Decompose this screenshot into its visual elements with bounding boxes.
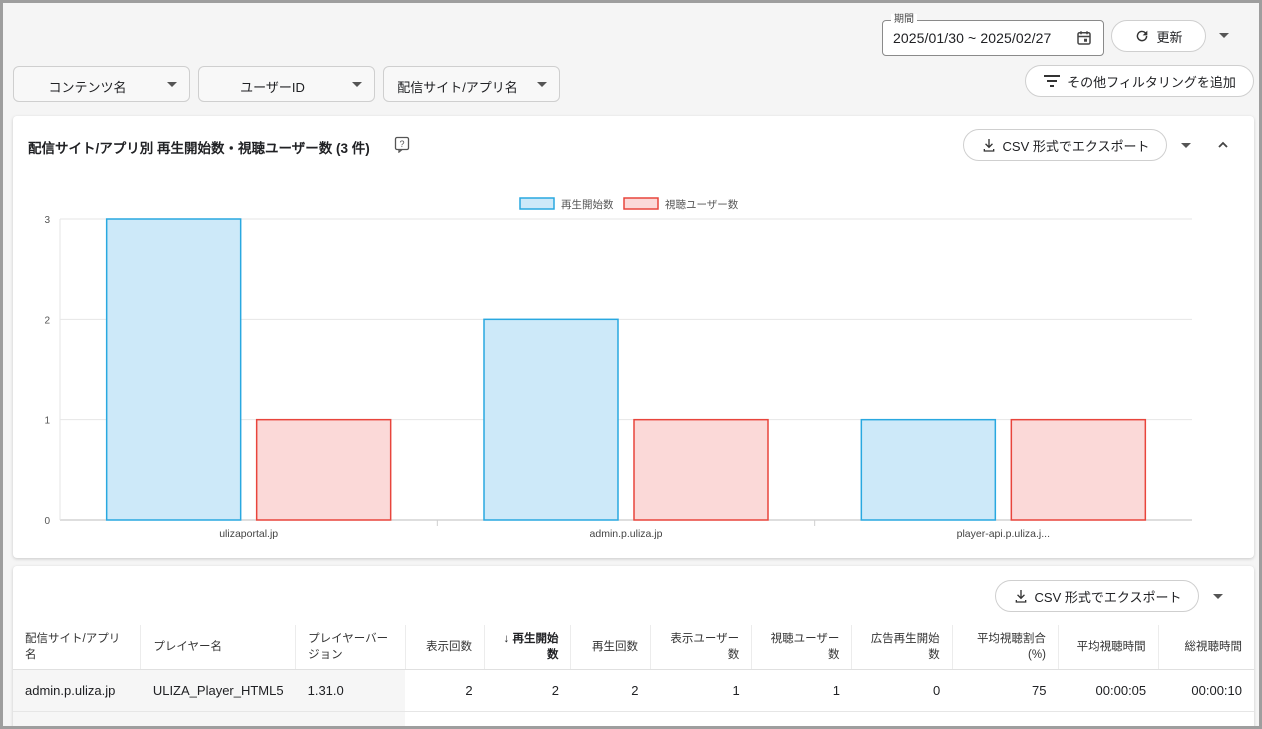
column-header-label: 平均視聴時間 [1076, 641, 1146, 653]
refresh-label: 更新 [1156, 29, 1183, 45]
period-picker[interactable]: 期間 2025/01/30 ~ 2025/02/27 [882, 14, 1104, 56]
chevron-down-icon [352, 82, 362, 87]
table-cell: admin.p.uliza.jp [13, 669, 141, 712]
chevron-down-icon [537, 82, 547, 87]
app-frame: 期間 2025/01/30 ~ 2025/02/27 更新 コンテンツ名 ユーザ… [0, 0, 1262, 729]
filter-content-name[interactable]: コンテンツ名 [13, 66, 190, 102]
table-cell: 1 [650, 669, 752, 712]
column-header-label: 配信サイト/アプリ名 [25, 633, 121, 661]
table-cell: 0 [851, 711, 953, 726]
table-header-row: 配信サイト/アプリ名 プレイヤー名 プレイヤーバージョン 表示回数 ↓ 再生開始… [13, 625, 1254, 670]
refresh-menu-caret[interactable] [1219, 33, 1229, 38]
table-cell: 1 [751, 669, 852, 712]
bar [105, 218, 242, 521]
table-cell: 2 [405, 669, 485, 712]
refresh-icon [1137, 30, 1148, 42]
add-filter-label: その他フィルタリングを追加 [1067, 74, 1236, 90]
legend-swatch [623, 197, 659, 210]
column-header-label: 表示回数 [426, 641, 473, 653]
filter-label: コンテンツ名 [48, 80, 127, 95]
download-icon [1015, 590, 1026, 603]
table-csv-menu-caret[interactable] [1213, 594, 1223, 599]
column-header[interactable]: 平均視聴時間 [1058, 625, 1159, 670]
table-cell: 0 [851, 669, 953, 712]
calendar-icon[interactable] [1075, 29, 1093, 47]
table-cell: 40 [952, 711, 1059, 726]
table-cell: 1 [751, 711, 852, 726]
column-header[interactable]: 平均視聴割合 (%) [952, 625, 1059, 670]
column-header-label: 再生回数 [591, 641, 638, 653]
filter-site-app[interactable]: 配信サイト/アプリ名 [383, 66, 560, 102]
chevron-down-icon [167, 82, 177, 87]
data-table: 配信サイト/アプリ名 プレイヤー名 プレイヤーバージョン 表示回数 ↓ 再生開始… [13, 625, 1254, 726]
column-header-label: プレイヤー名 [153, 641, 222, 653]
table-cell: 75 [952, 669, 1059, 712]
column-header[interactable]: プレイヤーバージョン [295, 625, 406, 670]
table-cell: 2 [484, 669, 571, 712]
chart-card: 配信サイト/アプリ別 再生開始数・視聴ユーザー数 (3 件) ? CSV 形式で… [13, 116, 1254, 558]
column-header[interactable]: 表示ユーザー数 [650, 625, 753, 670]
column-header[interactable]: 総視聴時間 [1158, 625, 1254, 670]
bar [633, 418, 769, 521]
csv-label: CSV 形式でエクスポート [1034, 589, 1182, 605]
column-header[interactable]: 表示回数 [405, 625, 486, 670]
table-cell: ULIZA_Player_HTML5 [140, 711, 296, 726]
period-value[interactable]: 2025/01/30 ~ 2025/02/27 [893, 30, 1051, 46]
bar [860, 418, 997, 521]
column-header-label: 視聴ユーザー数 [770, 633, 840, 661]
table-cell: 2 [570, 669, 651, 712]
column-header-sorted[interactable]: ↓ 再生開始数 [484, 625, 572, 670]
x-tick-label: player-api.p.uliza.j... [957, 528, 1050, 540]
legend-swatch [519, 197, 555, 210]
filter-label: ユーザーID [240, 80, 305, 95]
x-tick-label: admin.p.uliza.jp [590, 528, 663, 540]
period-label: 期間 [891, 14, 917, 26]
column-header-label: プレイヤーバージョン [308, 633, 389, 661]
bar [1010, 418, 1147, 521]
table-cell: ULIZA_Player_HTML5 [140, 669, 296, 712]
table-cell: 5 [650, 711, 752, 726]
column-header-label: 平均視聴割合 (%) [976, 633, 1046, 661]
column-header[interactable]: 視聴ユーザー数 [751, 625, 853, 670]
column-header-label: 広告再生開始数 [870, 633, 940, 661]
table-card: CSV 形式でエクスポート 配信サイト/アプリ名 プレイヤー名 プレイヤーバージ… [13, 566, 1254, 726]
filter-label: 配信サイト/アプリ名 [397, 80, 518, 95]
add-filter-button[interactable]: その他フィルタリングを追加 [1025, 65, 1254, 97]
bar [255, 418, 392, 521]
column-header[interactable]: プレイヤー名 [140, 625, 297, 670]
table-cell: 10 [405, 711, 485, 726]
table-row[interactable]: ulizaportal.jp ULIZA_Player_HTML5 1.30.0… [13, 711, 1254, 726]
refresh-button[interactable]: 更新 [1111, 20, 1206, 52]
y-tick-label: 0 [44, 516, 50, 527]
table-csv-export-button[interactable]: CSV 形式でエクスポート [995, 580, 1199, 612]
table-cell: 00:00:12 [1158, 711, 1254, 726]
legend-label: 再生開始数 [561, 198, 614, 211]
column-header[interactable]: 配信サイト/アプリ名 [13, 625, 142, 670]
x-tick-label: ulizaportal.jp [219, 528, 278, 540]
column-header-label: 再生開始数 [512, 633, 559, 661]
filter-user-id[interactable]: ユーザーID [198, 66, 375, 102]
y-tick-label: 3 [44, 215, 50, 226]
column-header[interactable]: 広告再生開始数 [851, 625, 953, 670]
column-header[interactable]: 再生回数 [570, 625, 651, 670]
table-cell: 1.31.0 [295, 669, 406, 712]
table-cell: 3 [484, 711, 571, 726]
table-row[interactable]: admin.p.uliza.jp ULIZA_Player_HTML5 1.31… [13, 669, 1254, 712]
table-cell: 3 [570, 711, 651, 726]
y-tick-label: 2 [44, 315, 50, 326]
y-tick-label: 1 [44, 416, 50, 427]
legend-label: 視聴ユーザー数 [665, 198, 739, 211]
column-header-label: 総視聴時間 [1184, 641, 1243, 653]
table-cell: 00:00:10 [1158, 669, 1254, 712]
column-header-label: 表示ユーザー数 [670, 633, 740, 661]
table-cell: 1.30.0 [295, 711, 406, 726]
table-cell: ulizaportal.jp [13, 711, 141, 726]
bar [483, 318, 619, 521]
bar-chart: 0 1 2 3 ulizaportal.jp admin.p.uliza.jp player… [44, 197, 1192, 540]
filter-icon [1044, 75, 1061, 87]
table-cell: 00:00:04 [1058, 711, 1159, 726]
table-cell: 00:00:05 [1058, 669, 1159, 712]
